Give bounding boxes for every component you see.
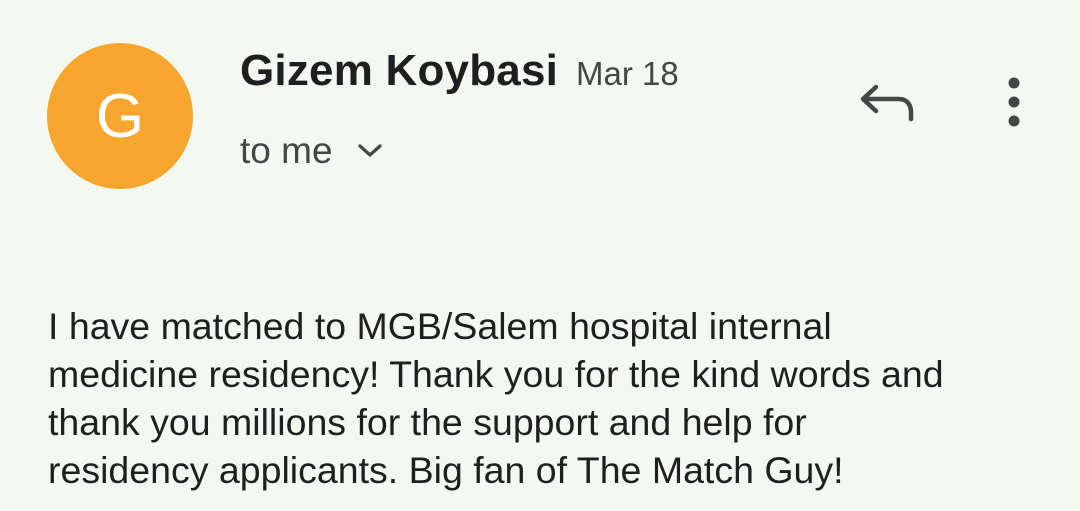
sender-header: Gizem Koybasi Mar 18 (240, 46, 679, 102)
message-line: I have matched to MGB/Salem hospital int… (48, 305, 832, 347)
message-body: I have matched to MGB/Salem hospital int… (48, 302, 1048, 494)
recipient-label: to me (240, 130, 333, 171)
message-line: thank you millions for the support and h… (48, 401, 807, 443)
reply-button[interactable] (848, 72, 928, 136)
more-options-button[interactable] (984, 72, 1044, 136)
more-vert-icon (1004, 74, 1024, 135)
recipient-details-toggle[interactable]: to me (240, 127, 385, 175)
message-line: residency applicants. Big fan of The Mat… (48, 449, 844, 491)
chevron-down-icon[interactable] (355, 141, 385, 161)
message-line: medicine residency! Thank you for the ki… (48, 353, 944, 395)
message-date: Mar 18 (576, 55, 679, 92)
sender-name[interactable]: Gizem Koybasi (240, 46, 558, 96)
avatar[interactable]: G (47, 43, 193, 189)
reply-icon (859, 79, 917, 130)
avatar-initial: G (95, 82, 145, 151)
